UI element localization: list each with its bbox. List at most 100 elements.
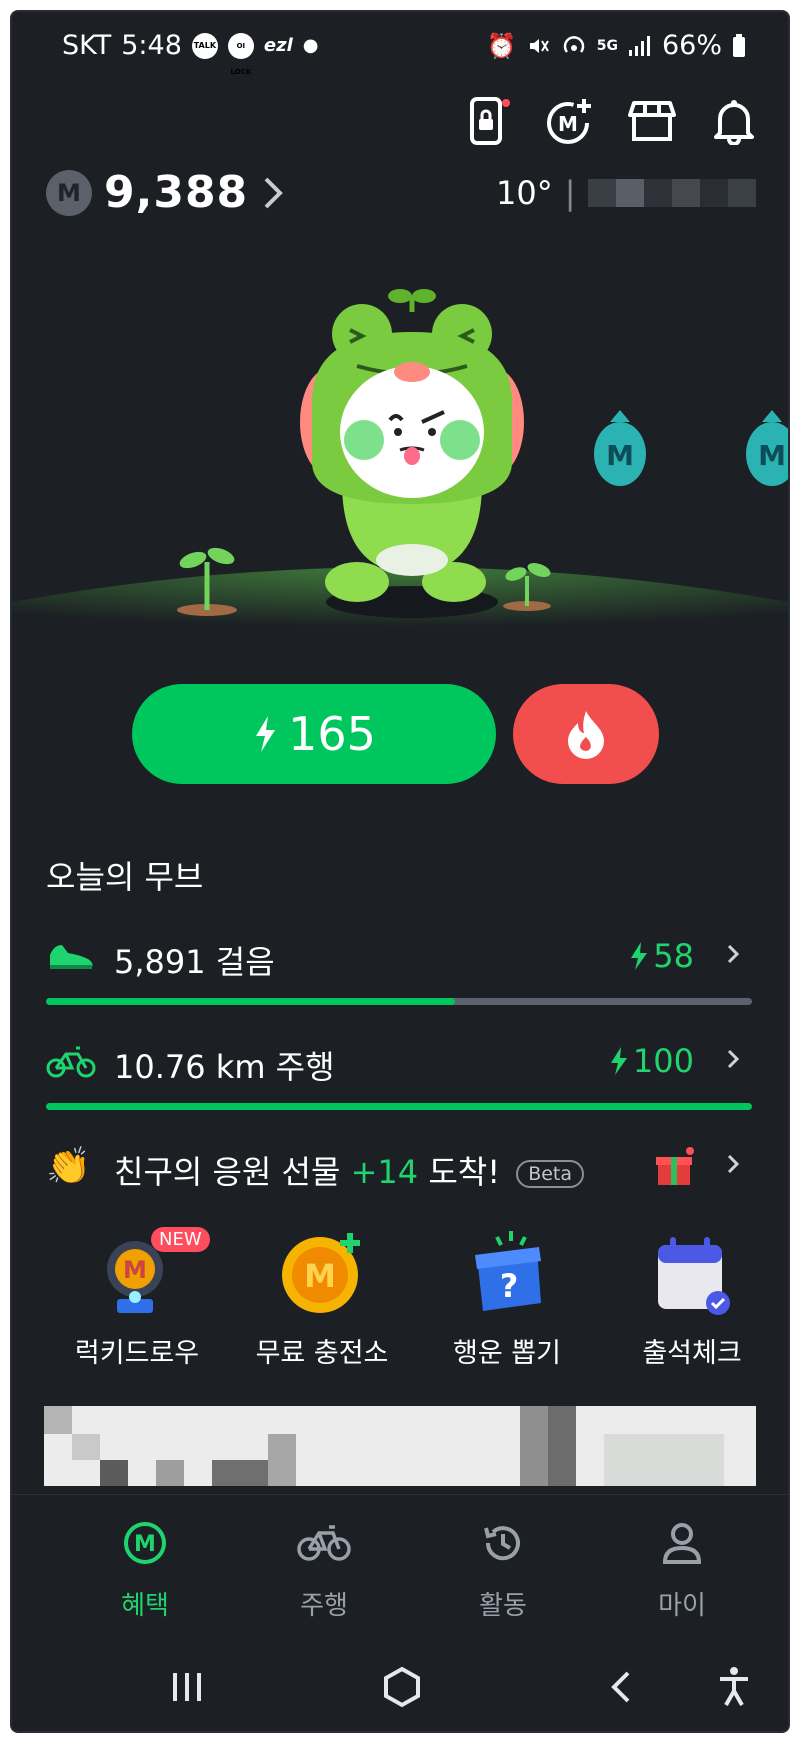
lucky-pick-item[interactable]: ? 행운 뽑기 (412, 1227, 602, 1370)
bicycle-icon (46, 1046, 96, 1078)
bell-icon[interactable] (710, 97, 758, 146)
gift-icon (656, 1147, 694, 1185)
svg-text:M: M (758, 439, 786, 472)
app-screen: SKT 5:48 TALK OI LOCK ezl ● ⏰ 5G 66% M M… (12, 12, 788, 1731)
character-scene[interactable]: M M (12, 282, 788, 642)
lucky-draw-item[interactable]: M NEW 럭키드로우 (42, 1227, 232, 1370)
svg-text:M: M (304, 1257, 336, 1295)
store-icon[interactable] (628, 97, 676, 145)
steps-progress-fill (46, 998, 456, 1005)
m-plus-icon[interactable]: M (546, 97, 594, 145)
steps-label: 5,891 걸음 (114, 943, 275, 981)
lightning-icon (631, 942, 648, 970)
m-coin-icon: M (46, 169, 92, 216)
svg-text:M: M (558, 112, 578, 136)
ezl-badge-icon: ezl (263, 35, 293, 56)
battery-level: 66% (661, 30, 722, 61)
ride-progress-bar (46, 1103, 752, 1110)
svg-text:?: ? (500, 1267, 519, 1305)
friend-gift-row[interactable]: 👏 친구의 응원 선물 +14 도착! Beta (46, 1146, 752, 1193)
beta-badge: Beta (516, 1160, 585, 1188)
lock-screen-icon[interactable] (464, 97, 512, 145)
temperature: 10° (496, 174, 553, 212)
tab-my[interactable]: 마이 (612, 1515, 752, 1622)
chevron-right-icon[interactable] (726, 1048, 740, 1070)
dot-icon: ● (302, 35, 319, 56)
lock-app-badge-icon: OI LOCK (227, 32, 254, 76)
clock: 5:48 (121, 30, 182, 61)
ride-reward: 100 (609, 1042, 694, 1080)
history-icon (484, 1526, 520, 1561)
attendance-label: 출석체크 (642, 1338, 742, 1369)
tab-label: 혜택 (121, 1591, 169, 1621)
home-icon[interactable] (380, 1665, 424, 1709)
alarm-icon: ⏰ (486, 31, 517, 60)
accessibility-icon[interactable] (714, 1665, 754, 1709)
svg-text:M: M (123, 1256, 147, 1284)
friend-gift-amount: +14 (350, 1153, 419, 1191)
tab-activity[interactable]: 활동 (433, 1515, 573, 1622)
recent-apps-icon[interactable] (167, 1667, 207, 1707)
5g-icon: 5G (596, 37, 618, 54)
chevron-right-icon (264, 177, 284, 208)
energy-button[interactable]: 165 (132, 684, 496, 784)
steps-reward-value: 58 (653, 937, 694, 975)
clap-icon: 👏 (46, 1146, 91, 1187)
battery-icon (733, 33, 745, 57)
top-actions: M (464, 97, 758, 146)
tab-label: 마이 (658, 1591, 706, 1621)
m-circle-icon: M (124, 1522, 166, 1564)
lucky-draw-icon: M NEW (87, 1227, 210, 1323)
kakaotalk-badge-icon: TALK (191, 32, 218, 59)
tab-benefit[interactable]: M 혜택 (75, 1515, 215, 1622)
svg-text:M: M (606, 439, 634, 472)
calendar-check-icon (642, 1227, 742, 1323)
coin-bag-icon[interactable]: M (746, 410, 788, 486)
fire-icon (568, 711, 604, 759)
free-charging-label: 무료 충전소 (255, 1338, 389, 1369)
chevron-right-icon[interactable] (726, 1153, 740, 1175)
free-charging-item[interactable]: M 무료 충전소 (227, 1227, 417, 1370)
bottom-tab-bar: M 혜택 주행 활동 마이 (12, 1494, 788, 1645)
status-bar: SKT 5:48 TALK OI LOCK ezl ● ⏰ 5G 66% (12, 12, 788, 76)
person-icon (662, 1523, 702, 1564)
ride-row[interactable]: 10.76 km 주행 100 (46, 1042, 752, 1086)
coin-bag-icon[interactable]: M (594, 410, 646, 486)
ride-progress-fill (46, 1103, 752, 1110)
steps-row[interactable]: 5,891 걸음 58 (46, 937, 752, 981)
signal-icon (628, 35, 650, 56)
lucky-pick-label: 행운 뽑기 (453, 1338, 561, 1369)
ad-banner[interactable] (44, 1406, 756, 1486)
attendance-item[interactable]: 출석체크 (597, 1227, 787, 1370)
lightning-icon (256, 716, 276, 752)
mascot-character (300, 289, 524, 618)
friend-gift-prefix: 친구의 응원 선물 (114, 1153, 351, 1191)
point-balance[interactable]: M 9,388 (46, 167, 286, 218)
free-charging-icon: M (272, 1227, 372, 1323)
new-badge: NEW (151, 1227, 210, 1252)
point-value: 9,388 (104, 167, 249, 218)
shoe-icon (50, 945, 93, 969)
lightning-icon (610, 1047, 627, 1075)
lucky-pick-icon: ? (457, 1227, 557, 1323)
location-redacted (587, 179, 756, 207)
steps-progress-bar (46, 998, 752, 1005)
chevron-right-icon[interactable] (726, 943, 740, 965)
system-nav-bar (12, 1642, 788, 1731)
ride-label: 10.76 km 주행 (114, 1048, 335, 1086)
tab-ride[interactable]: 주행 (254, 1515, 394, 1622)
steps-reward: 58 (629, 937, 694, 975)
svg-text:M: M (134, 1532, 156, 1557)
friend-gift-suffix: 도착! (418, 1153, 501, 1191)
ride-reward-value: 100 (632, 1042, 694, 1080)
energy-value: 165 (288, 707, 376, 761)
tab-label: 주행 (300, 1591, 348, 1621)
tab-label: 활동 (479, 1591, 527, 1621)
carrier: SKT (62, 30, 112, 61)
lucky-draw-label: 럭키드로우 (74, 1338, 200, 1369)
boost-button[interactable] (513, 684, 659, 784)
mute-icon (529, 38, 549, 53)
weather[interactable]: 10° | (496, 174, 756, 212)
friend-gift-text: 친구의 응원 선물 +14 도착! Beta (114, 1147, 585, 1193)
back-icon[interactable] (602, 1667, 642, 1707)
